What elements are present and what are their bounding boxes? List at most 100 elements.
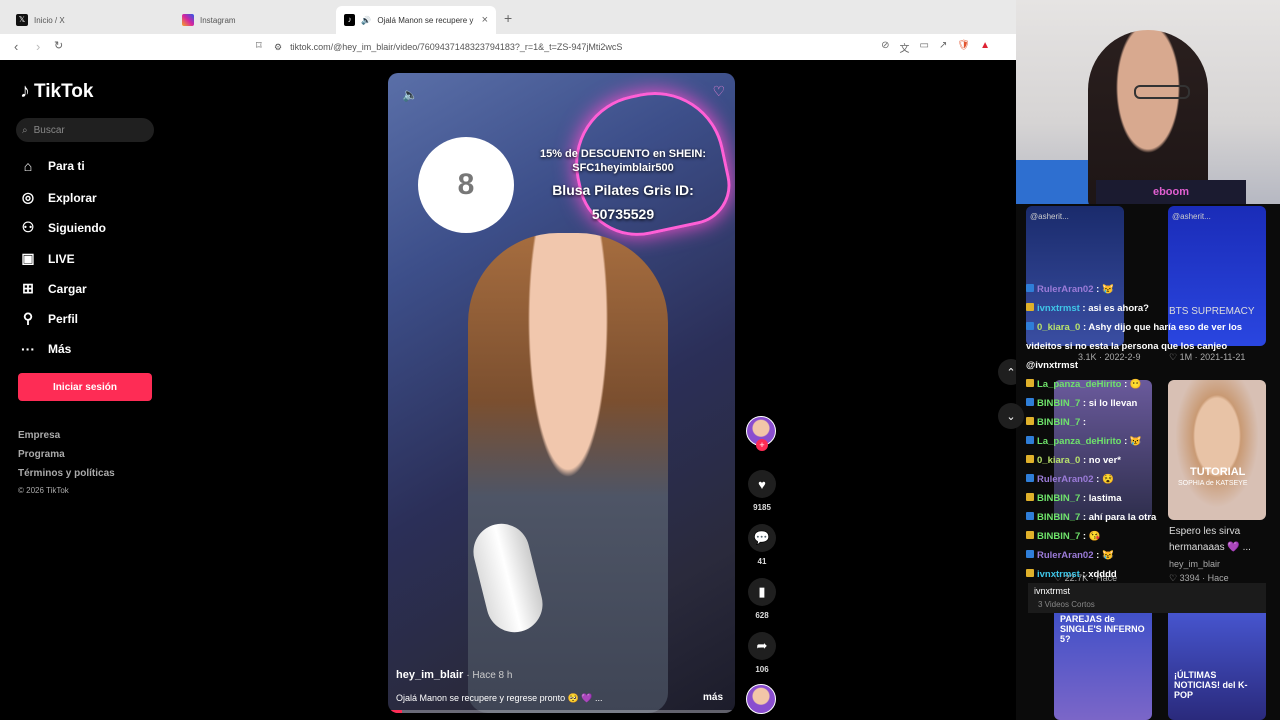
- search-input[interactable]: ⌕ Buscar: [16, 118, 154, 142]
- nav-live[interactable]: ▣ LIVE: [20, 250, 74, 267]
- chat-badge-icon: [1026, 550, 1034, 558]
- video-person: [468, 233, 668, 713]
- save-button[interactable]: ▮ 628: [746, 578, 778, 620]
- comment-icon: 💬: [748, 524, 776, 552]
- profile-icon: ⚲: [22, 310, 34, 326]
- nav-cargar[interactable]: ⊞ Cargar: [20, 280, 87, 297]
- nav-label: Cargar: [48, 281, 87, 296]
- thumb-singles[interactable]: PAREJAS de SINGLE'S INFERNO 5?: [1054, 600, 1152, 720]
- promo-line: SFC1heyimblair500: [572, 162, 674, 174]
- translate-icon[interactable]: 文: [900, 40, 910, 55]
- browser-toolbar: ‹ › ↻ ⌑ ⚙ tiktok.com/@hey_im_blair/video…: [0, 34, 1016, 60]
- chevron-up-icon: ⌃: [1006, 366, 1016, 379]
- tab-icon[interactable]: ▭: [920, 40, 929, 55]
- chat-text: : xdddd: [1079, 569, 1117, 580]
- reader-icon[interactable]: ⊘: [881, 40, 889, 55]
- nav-siguiendo[interactable]: ⚇ Siguiendo: [20, 219, 106, 236]
- bookmark-icon: ▮: [748, 578, 776, 606]
- chat-username[interactable]: ivnxtrmst: [1037, 569, 1080, 580]
- post-time: · Hace 8 h: [466, 670, 513, 681]
- more-link[interactable]: más: [703, 692, 723, 703]
- chat-message: 0_kiara_0 : Ashy dijo que haría eso de v…: [1026, 318, 1270, 337]
- chat-username[interactable]: RulerAran02: [1037, 474, 1094, 485]
- chat-username[interactable]: RulerAran02: [1037, 550, 1094, 561]
- footer-empresa[interactable]: Empresa: [18, 430, 60, 441]
- chat-text: : 😿: [1093, 550, 1114, 561]
- follow-plus-icon[interactable]: +: [756, 439, 768, 451]
- bookmark-icon[interactable]: ⌑: [256, 39, 262, 52]
- chat-username[interactable]: BINBIN_7: [1037, 493, 1080, 504]
- footer-programa[interactable]: Programa: [18, 449, 65, 460]
- like-count: 9185: [753, 503, 771, 512]
- footer-terminos[interactable]: Términos y políticas: [18, 468, 115, 479]
- chat-username[interactable]: RulerAran02: [1037, 284, 1094, 295]
- chat-text: : 😿: [1093, 284, 1114, 295]
- share-button[interactable]: ➦ 106: [746, 632, 778, 674]
- back-icon[interactable]: ‹: [14, 39, 18, 54]
- nav-label: Para ti: [48, 159, 85, 173]
- thumb-label: @asherit...: [1172, 212, 1211, 221]
- chat-username[interactable]: ivnxtrmst: [1037, 303, 1080, 314]
- chat-badge-icon: [1026, 436, 1034, 444]
- ivnx-card[interactable]: ivnxtrmst 3 Videos Cortos: [1028, 583, 1266, 613]
- login-button[interactable]: Iniciar sesión: [18, 373, 152, 401]
- tab-instagram[interactable]: Instagram: [174, 6, 334, 34]
- chat-username[interactable]: BINBIN_7: [1037, 417, 1080, 428]
- chat-username[interactable]: La_panza_deHirito: [1037, 379, 1121, 390]
- video-progress[interactable]: [388, 710, 735, 713]
- volume-icon[interactable]: 🔈: [402, 87, 418, 103]
- chat-badge-icon: [1026, 569, 1034, 577]
- chat-badge-icon: [1026, 284, 1034, 292]
- chat-text: : Ashy dijo que haría eso de ver los: [1080, 322, 1243, 333]
- thumb-noticias[interactable]: ¡ÚLTIMAS NOTICIAS! del K-POP: [1168, 600, 1266, 720]
- comment-button[interactable]: 💬 41: [746, 524, 778, 566]
- author-avatar[interactable]: +: [746, 416, 776, 451]
- chat-message: BINBIN_7 : 😘: [1026, 527, 1270, 546]
- chat-message: La_panza_deHirito : 😿: [1026, 432, 1270, 451]
- share-icon[interactable]: ↗: [939, 40, 947, 55]
- next-video-button[interactable]: ⌄: [998, 403, 1024, 429]
- new-tab-button[interactable]: +: [504, 10, 512, 26]
- chat-message: @ivnxtrmst: [1026, 356, 1270, 375]
- video-player[interactable]: 🔈 ♡ 8 15% de DESCUENTO en SHEIN: SFC1hey…: [388, 73, 735, 713]
- countdown-timer: 8: [418, 137, 514, 233]
- search-placeholder: Buscar: [33, 124, 65, 136]
- nav-perfil[interactable]: ⚲ Perfil: [20, 310, 78, 327]
- brave-icon[interactable]: 🛡: [957, 40, 970, 55]
- nav-mas[interactable]: ··· Más: [20, 341, 71, 357]
- comment-count: 41: [757, 557, 767, 566]
- speaker-icon: 🔊: [361, 15, 372, 25]
- chat-message: 0_kiara_0 : no ver*: [1026, 451, 1270, 470]
- tab-title: Inicio / X: [34, 15, 65, 25]
- chat-username[interactable]: 0_kiara_0: [1037, 455, 1080, 466]
- chat-message: BINBIN_7 : ahí para la otra: [1026, 508, 1270, 527]
- chat-message: RulerAran02 : 😿: [1026, 280, 1270, 299]
- tiktok-logo[interactable]: ♪ TikTok: [20, 80, 93, 103]
- rewards-icon[interactable]: ▲: [980, 40, 990, 55]
- chat-text: : lastima: [1080, 493, 1122, 504]
- chat-username[interactable]: BINBIN_7: [1037, 531, 1080, 542]
- video-caption: Ojalá Manon se recupere y regrese pronto…: [396, 693, 603, 703]
- chat-text: : no ver*: [1080, 455, 1121, 466]
- chat-message: RulerAran02 : 😵: [1026, 470, 1270, 489]
- close-icon[interactable]: ×: [482, 14, 488, 26]
- site-info-icon[interactable]: ⚙: [274, 42, 282, 53]
- tab-tiktok[interactable]: ♪ 🔊 Ojalá Manon se recupere y re ×: [336, 6, 496, 34]
- forward-icon[interactable]: ›: [36, 39, 40, 54]
- reload-icon[interactable]: ↻: [54, 39, 63, 52]
- author-name[interactable]: hey_im_blair: [396, 669, 463, 681]
- share-count: 106: [755, 665, 769, 674]
- tab-x[interactable]: 𝕏 Inicio / X: [8, 6, 168, 34]
- nav-explorar[interactable]: ◎ Explorar: [20, 189, 97, 206]
- chat-username[interactable]: 0_kiara_0: [1037, 322, 1080, 333]
- compass-icon: ◎: [21, 189, 35, 205]
- chat-username[interactable]: BINBIN_7: [1037, 512, 1080, 523]
- chat-username[interactable]: La_panza_deHirito: [1037, 436, 1121, 447]
- chat-message: La_panza_deHirito : 😶: [1026, 375, 1270, 394]
- like-button[interactable]: ♥ 9185: [746, 470, 778, 512]
- chat-text: : 😘: [1080, 531, 1101, 542]
- chat-username[interactable]: BINBIN_7: [1037, 398, 1080, 409]
- sound-avatar[interactable]: [746, 684, 776, 714]
- video-author[interactable]: hey_im_blair · Hace 8 h: [396, 669, 512, 681]
- nav-para-ti[interactable]: ⌂ Para ti: [20, 158, 85, 174]
